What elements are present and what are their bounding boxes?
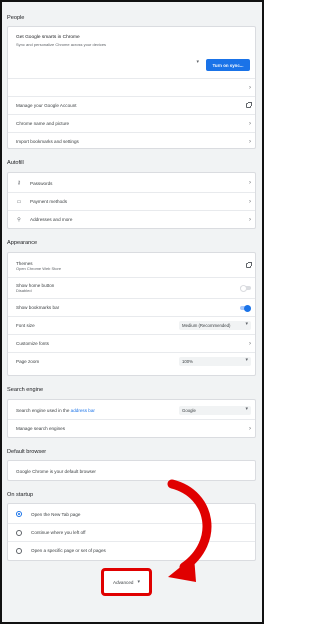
chevron-right-icon: ›	[249, 120, 251, 127]
search-engine-used-row: Search engine used in the address bar Go…	[8, 401, 255, 419]
people-section-title: People	[7, 15, 25, 21]
chevron-right-icon: ›	[249, 198, 251, 205]
page-zoom-select[interactable]: 100%	[179, 357, 251, 366]
chevron-right-icon: ›	[249, 425, 251, 432]
chevron-right-icon: ›	[249, 180, 251, 186]
account-dropdown-icon[interactable]: ▾	[196, 59, 199, 65]
passwords-row[interactable]: ⚷ Passwords ›	[8, 174, 255, 192]
sync-subtitle: Sync and personalize Chrome across your …	[16, 42, 107, 47]
chevron-right-icon: ›	[249, 340, 251, 347]
default-browser-section-title: Default browser	[7, 449, 47, 455]
home-button-toggle[interactable]	[240, 284, 251, 292]
payment-methods-row[interactable]: ▭ Payment methods ›	[8, 192, 255, 210]
radio-icon[interactable]	[16, 547, 22, 554]
page-zoom-row: Page zoom 100%	[8, 352, 255, 370]
open-external-icon	[246, 262, 252, 268]
show-bookmarks-bar-label: Show bookmarks bar	[16, 305, 60, 310]
sync-title: Get Google smarts in Chrome	[16, 35, 80, 40]
annotation-arrow	[167, 479, 212, 582]
chevron-down-icon: ▾	[137, 579, 140, 585]
show-home-button-row[interactable]: Show home button Disabled	[8, 277, 255, 298]
bookmarks-bar-toggle[interactable]	[240, 304, 251, 312]
appearance-card: Themes Open Chrome Web Store Show home b…	[7, 252, 256, 376]
themes-sublabel: Open Chrome Web Store	[16, 266, 62, 271]
font-size-row: Font size Medium (Recommended)	[8, 316, 255, 334]
manage-google-account-label: Manage your Google Account	[16, 103, 77, 108]
on-startup-section-title: On startup	[7, 492, 34, 498]
show-home-button-sublabel: Disabled	[16, 288, 32, 293]
toggle-knob	[240, 284, 247, 292]
payment-methods-label: Payment methods	[30, 199, 68, 204]
startup-option-label: Continue where you left off	[31, 530, 86, 535]
addresses-row[interactable]: ⚲ Addresses and more ›	[8, 210, 255, 228]
chevron-right-icon: ›	[249, 84, 251, 91]
settings-page: People Get Google smarts in Chrome Sync …	[0, 0, 264, 624]
location-pin-icon: ⚲	[17, 216, 21, 223]
address-bar-link[interactable]: address bar	[71, 408, 95, 413]
key-icon: ⚷	[17, 180, 21, 186]
manage-search-engines-row[interactable]: Manage search engines ›	[8, 419, 255, 437]
manage-search-engines-label: Manage search engines	[16, 426, 66, 431]
startup-option-label: Open the New Tab page	[31, 511, 81, 517]
font-size-select[interactable]: Medium (Recommended)	[179, 321, 251, 330]
autofill-section-title: Autofill	[7, 160, 24, 166]
search-engine-used-label: Search engine used in the address bar	[16, 407, 95, 413]
chevron-right-icon: ›	[249, 216, 251, 223]
appearance-section-title: Appearance	[7, 240, 38, 246]
import-bookmarks-row[interactable]: Import bookmarks and settings ›	[8, 132, 255, 150]
turn-on-sync-button[interactable]: Turn on sync...	[206, 59, 250, 71]
font-size-label: Font size	[16, 323, 35, 328]
chrome-name-picture-label: Chrome name and picture	[16, 121, 70, 126]
toggle-knob	[244, 304, 251, 312]
passwords-label: Passwords	[30, 180, 53, 186]
advanced-label: Advanced	[113, 579, 134, 585]
people-card: Get Google smarts in Chrome Sync and per…	[7, 26, 256, 149]
addresses-label: Addresses and more	[30, 217, 73, 222]
chevron-right-icon: ›	[249, 138, 251, 145]
open-external-icon	[246, 102, 252, 108]
radio-icon[interactable]	[16, 529, 22, 536]
customize-fonts-label: Customize fonts	[16, 341, 49, 346]
startup-option-label: Open a specific page or set of pages	[31, 548, 106, 553]
show-bookmarks-bar-row[interactable]: Show bookmarks bar	[8, 298, 255, 316]
autofill-card: ⚷ Passwords › ▭ Payment methods › ⚲ Addr…	[7, 172, 256, 229]
chrome-name-picture-row[interactable]: Chrome name and picture ›	[8, 114, 255, 132]
search-engine-section-title: Search engine	[7, 387, 44, 393]
people-expand-row[interactable]: ›	[8, 78, 255, 96]
search-engine-select[interactable]: Google	[179, 405, 251, 415]
manage-google-account-row[interactable]: Manage your Google Account	[8, 96, 255, 114]
themes-row[interactable]: Themes Open Chrome Web Store	[8, 256, 255, 276]
import-bookmarks-label: Import bookmarks and settings	[16, 139, 79, 144]
credit-card-icon: ▭	[16, 198, 22, 205]
customize-fonts-row[interactable]: Customize fonts ›	[8, 334, 255, 352]
advanced-button[interactable]: Advanced ▾	[101, 568, 152, 596]
radio-selected-icon[interactable]	[16, 511, 22, 517]
page-zoom-label: Page zoom	[16, 359, 40, 364]
search-engine-card: Search engine used in the address bar Go…	[7, 399, 256, 438]
